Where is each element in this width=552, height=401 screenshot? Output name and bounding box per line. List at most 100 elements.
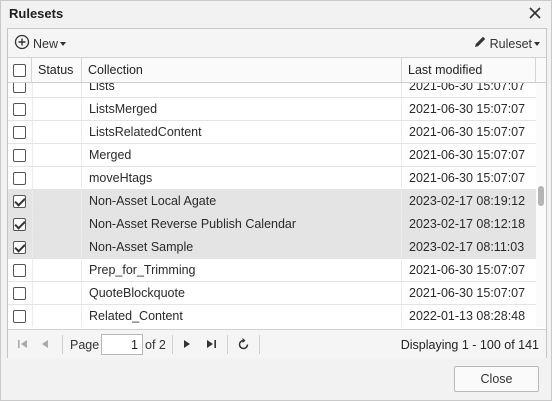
- column-header-status[interactable]: Status: [32, 58, 82, 82]
- table-row[interactable]: QuoteBlockquote 2021-06-30 15:07:07: [8, 282, 536, 305]
- chevron-down-icon: [534, 41, 540, 46]
- pencil-icon: [473, 35, 490, 52]
- plus-circle-icon: [14, 34, 33, 53]
- row-checkbox-cell[interactable]: [8, 282, 32, 304]
- row-checkbox-cell[interactable]: [8, 305, 32, 327]
- row-checkbox[interactable]: [13, 194, 26, 208]
- status-cell: [32, 167, 82, 189]
- row-checkbox[interactable]: [13, 286, 26, 300]
- table-row[interactable]: moveHtags 2021-06-30 15:07:07: [8, 167, 536, 190]
- row-checkbox-cell[interactable]: [8, 190, 32, 212]
- row-checkbox-cell[interactable]: [8, 144, 32, 166]
- collection-cell: ListsMerged: [82, 98, 402, 120]
- table-row[interactable]: ListsMerged 2021-06-30 15:07:07: [8, 98, 536, 121]
- row-checkbox[interactable]: [13, 240, 26, 254]
- status-cell: [32, 236, 82, 258]
- select-all-checkbox[interactable]: [13, 63, 26, 77]
- row-checkbox-cell[interactable]: [8, 236, 32, 258]
- select-all-header[interactable]: [8, 58, 32, 82]
- paging-toolbar: Page of 2 Displaying 1 - 100 of 141: [8, 329, 546, 358]
- last-modified-cell: 2021-06-30 15:07:07: [409, 263, 526, 277]
- row-checkbox[interactable]: [13, 263, 26, 277]
- first-page-icon[interactable]: [15, 336, 31, 352]
- last-modified-cell: 2021-06-30 15:07:07: [409, 83, 526, 93]
- collection-cell: Merged: [82, 144, 402, 166]
- collection-cell: Non-Asset Local Agate: [82, 190, 402, 212]
- new-button[interactable]: New: [14, 33, 67, 54]
- last-modified-cell: 2023-02-17 08:11:03: [409, 240, 525, 254]
- table-row[interactable]: Non-Asset Local Agate 2023-02-17 08:19:12: [8, 190, 536, 213]
- paging-display-text: Displaying 1 - 100 of 141: [400, 338, 539, 352]
- prev-page-icon[interactable]: [37, 336, 53, 352]
- page-number-input[interactable]: [101, 334, 143, 355]
- table-row[interactable]: ListsRelatedContent 2021-06-30 15:07:07: [8, 121, 536, 144]
- grid-header: Status Collection Last modified: [8, 58, 546, 83]
- row-checkbox-cell[interactable]: [8, 83, 32, 97]
- collection-cell: Prep_for_Trimming: [82, 259, 402, 281]
- table-row[interactable]: Non-Asset Reverse Publish Calendar 2023-0…: [8, 213, 536, 236]
- last-modified-cell: 2021-06-30 15:07:07: [409, 148, 526, 162]
- close-button[interactable]: Close: [454, 366, 539, 392]
- collection-cell: moveHtags: [82, 167, 402, 189]
- status-cell: [32, 121, 82, 143]
- next-page-icon[interactable]: [179, 336, 195, 352]
- last-modified-cell: 2023-02-17 08:12:18: [409, 217, 526, 231]
- row-checkbox[interactable]: [13, 102, 26, 116]
- dialog-titlebar: Rulesets: [1, 1, 551, 27]
- last-modified-cell: 2023-02-17 08:19:12: [409, 194, 526, 208]
- row-checkbox-cell[interactable]: [8, 259, 32, 281]
- collection-cell: Related_Content: [82, 305, 402, 327]
- row-checkbox[interactable]: [13, 217, 26, 231]
- pager-separator: [259, 335, 260, 354]
- status-cell: [32, 259, 82, 281]
- collection-cell: Lists: [82, 83, 402, 97]
- last-modified-cell: 2021-06-30 15:07:07: [409, 125, 526, 139]
- vertical-scrollbar[interactable]: [536, 83, 546, 327]
- column-header-collection[interactable]: Collection: [82, 58, 402, 82]
- table-row[interactable]: Merged 2021-06-30 15:07:07: [8, 144, 536, 167]
- row-checkbox-cell[interactable]: [8, 167, 32, 189]
- last-modified-cell: 2021-06-30 15:07:07: [409, 171, 526, 185]
- ruleset-button-label: Ruleset: [489, 36, 532, 51]
- page-count-label: of 2: [145, 338, 166, 352]
- pager-separator: [227, 335, 228, 354]
- collection-cell: Non-Asset Sample: [82, 236, 402, 258]
- refresh-icon[interactable]: [235, 336, 251, 352]
- column-header-last-modified[interactable]: Last modified: [402, 58, 536, 82]
- table-row[interactable]: Lists 2021-06-30 15:07:07: [8, 83, 536, 98]
- table-row[interactable]: Related_Content 2022-01-13 08:28:48: [8, 305, 536, 327]
- grid-rows: Lists 2021-06-30 15:07:07 ListsMerged 2021-…: [8, 83, 536, 327]
- scrollbar-thumb[interactable]: [538, 186, 544, 206]
- grid-body: Lists 2021-06-30 15:07:07 ListsMerged 2021-…: [8, 83, 546, 327]
- last-page-icon[interactable]: [203, 336, 219, 352]
- row-checkbox[interactable]: [13, 125, 26, 139]
- rulesets-dialog: Rulesets New Ruleset Status Collection L…: [0, 0, 552, 401]
- close-icon[interactable]: [526, 4, 544, 22]
- status-cell: [32, 305, 82, 327]
- page-label: Page: [70, 338, 100, 352]
- status-cell: [32, 213, 82, 235]
- row-checkbox[interactable]: [13, 83, 26, 93]
- row-checkbox[interactable]: [13, 171, 26, 185]
- ruleset-menu-button[interactable]: Ruleset: [473, 33, 540, 54]
- status-cell: [32, 98, 82, 120]
- pager-separator: [62, 335, 63, 354]
- collection-cell: ListsRelatedContent: [82, 121, 402, 143]
- status-cell: [32, 282, 82, 304]
- last-modified-cell: 2021-06-30 15:07:07: [409, 102, 526, 116]
- rulesets-panel: New Ruleset Status Collection Last modif…: [7, 28, 547, 358]
- table-row[interactable]: Non-Asset Sample 2023-02-17 08:11:03: [8, 236, 536, 259]
- row-checkbox[interactable]: [13, 148, 26, 162]
- chevron-down-icon: [60, 41, 67, 46]
- collection-cell: QuoteBlockquote: [82, 282, 402, 304]
- row-checkbox[interactable]: [13, 309, 26, 323]
- new-button-label: New: [33, 36, 59, 51]
- grid-toolbar: New Ruleset: [8, 29, 546, 58]
- status-cell: [32, 144, 82, 166]
- dialog-title: Rulesets: [9, 6, 64, 21]
- table-row[interactable]: Prep_for_Trimming 2021-06-30 15:07:07: [8, 259, 536, 282]
- row-checkbox-cell[interactable]: [8, 98, 32, 120]
- row-checkbox-cell[interactable]: [8, 213, 32, 235]
- last-modified-cell: 2022-01-13 08:28:48: [409, 309, 526, 323]
- row-checkbox-cell[interactable]: [8, 121, 32, 143]
